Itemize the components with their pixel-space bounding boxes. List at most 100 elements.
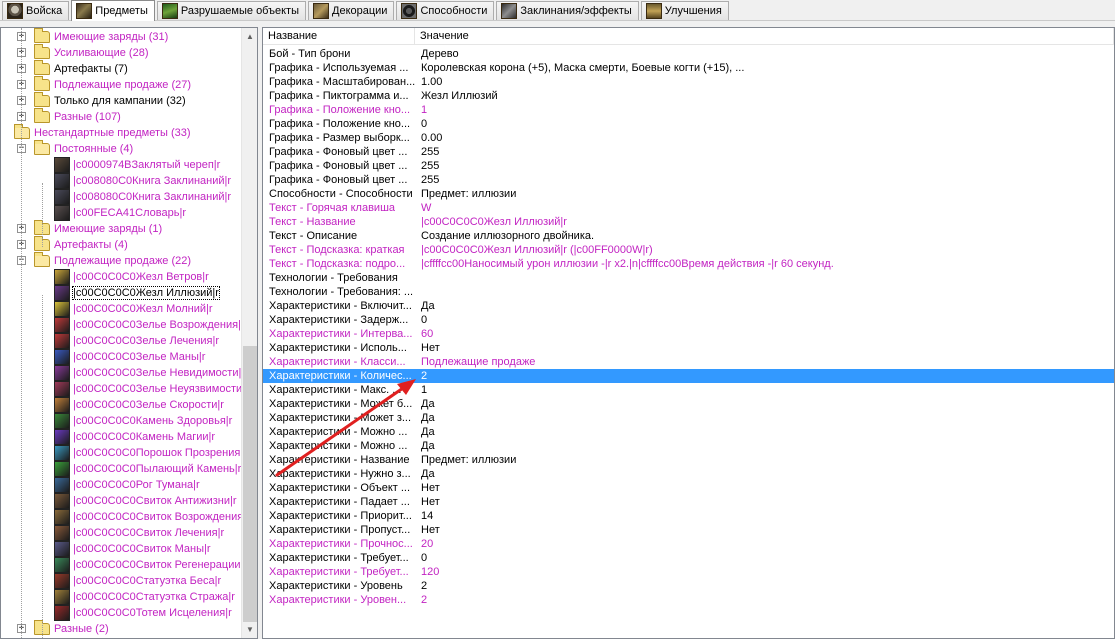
folder-icon <box>34 28 50 43</box>
tab-destructibles[interactable]: Разрушаемые объекты <box>156 1 306 20</box>
field-name: Характеристики - Макс. ... <box>269 384 402 396</box>
tree-folder[interactable]: Усиливающие (28) <box>34 44 148 61</box>
tree-item[interactable]: |c00C0C0C0Свиток Антижизни|r <box>54 493 237 509</box>
tree-folder[interactable]: Артефакты (4) <box>34 236 128 253</box>
item-icon <box>54 573 70 589</box>
table-row[interactable]: Характеристики - Включит... Да <box>263 299 1114 313</box>
table-row[interactable]: Характеристики - Можно ... Да <box>263 439 1114 453</box>
tree-item[interactable]: |c00C0C0C0Зелье Маны|r <box>54 349 205 365</box>
tree-item[interactable]: |c00C0C0C0Рог Тумана|r <box>54 477 200 493</box>
tab-doodads[interactable]: Декорации <box>308 1 395 20</box>
tree-item[interactable]: |c00C0C0C0Зелье Возрождения|r <box>54 317 245 333</box>
table-row[interactable]: Характеристики - Интерва... 60 <box>263 327 1114 341</box>
tree-item[interactable]: |c00C0C0C0Пылающий Камень|r <box>54 461 241 477</box>
table-row[interactable]: Характеристики - Уровен... 2 <box>263 593 1114 607</box>
table-row[interactable]: Графика - Положение кно... 0 <box>263 117 1114 131</box>
tree-item[interactable]: |c00C0C0C0Статуэтка Беса|r <box>54 573 221 589</box>
tab-upgrades[interactable]: Улучшения <box>640 1 729 20</box>
property-grid[interactable]: Название Значение Бой - Тип брони Дерево Г… <box>262 27 1115 639</box>
table-row[interactable]: Способности - Способности Предмет: иллюзи… <box>263 187 1114 201</box>
tree-folder[interactable]: Имеющие заряды (1) <box>34 220 162 237</box>
table-row[interactable]: Характеристики - Падает ... Нет <box>263 495 1114 509</box>
field-value: Да <box>421 398 435 410</box>
object-tree[interactable]: Имеющие заряды (31) + Усиливающие (28) + Арт… <box>0 27 258 639</box>
table-row[interactable]: Графика - Используемая ... Королевская ко… <box>263 61 1114 75</box>
tree-folder[interactable]: Разные (2) <box>34 620 109 637</box>
table-row[interactable]: Характеристики - Класси... Подлежащие про… <box>263 355 1114 369</box>
table-row[interactable]: Графика - Положение кно... 1 <box>263 103 1114 117</box>
table-row[interactable]: Характеристики - Может б... Да <box>263 397 1114 411</box>
tree-item[interactable]: |c00C0C0C0Камень Магии|r <box>54 429 215 445</box>
table-row[interactable]: Графика - Масштабирован... 1.00 <box>263 75 1114 89</box>
tree-scrollbar[interactable]: ▲ ▼ <box>241 28 257 638</box>
table-row[interactable]: Текст - Название |c00C0C0C0Жезл Иллюзий|r <box>263 215 1114 229</box>
tree-item[interactable]: |c00C0C0C0Тотем Исцеления|r <box>54 605 232 621</box>
table-row[interactable]: Технологии - Требования <box>263 271 1114 285</box>
scroll-thumb[interactable] <box>243 346 257 622</box>
tab-abilities[interactable]: Способности <box>396 1 495 20</box>
tree-item[interactable]: |c00C0C0C0Жезл Иллюзий|r <box>54 285 220 301</box>
tree-item[interactable]: |c00C0C0C0Свиток Возрождения|r <box>54 509 250 525</box>
tree-folder[interactable]: Имеющие заряды (31) <box>34 28 168 45</box>
tree-item[interactable]: |c00C0C0C0Свиток Маны|r <box>54 541 211 557</box>
tree-item[interactable]: |c00C0C0C0Зелье Невидимости|r <box>54 365 245 381</box>
tree-item[interactable]: |c00C0C0C0Свиток Регенерации|r <box>54 557 247 573</box>
tab-army[interactable]: Войска <box>2 1 70 20</box>
tree-label: Только для кампании (32) <box>54 95 186 107</box>
table-row[interactable]: Характеристики - Задерж... 0 <box>263 313 1114 327</box>
table-row[interactable]: Характеристики - Приорит... 14 <box>263 509 1114 523</box>
tree-item[interactable]: |c008080C0Книга Заклинаний|r <box>54 189 231 205</box>
table-row[interactable]: Характеристики - Объект ... Нет <box>263 481 1114 495</box>
table-row[interactable]: Графика - Пиктограмма и... Жезл Иллюзий <box>263 89 1114 103</box>
table-row[interactable]: Графика - Фоновый цвет ... 255 <box>263 173 1114 187</box>
tree-item[interactable]: |c00C0C0C0Зелье Лечения|r <box>54 333 219 349</box>
tree-item[interactable]: |c00C0C0C0Жезл Ветров|r <box>54 269 209 285</box>
table-row[interactable]: Текст - Описание Создание иллюзорного дво… <box>263 229 1114 243</box>
table-row[interactable]: Характеристики - Макс. ... 1 <box>263 383 1114 397</box>
scroll-down-icon[interactable]: ▼ <box>242 621 257 638</box>
table-row[interactable]: Текст - Подсказка: краткая |c00C0C0C0Жезл… <box>263 243 1114 257</box>
tree-item[interactable]: |c00C0C0C0Зелье Неуязвимости|r <box>54 381 249 397</box>
tree-item[interactable]: |c00C0C0C0Камень Здоровья|r <box>54 413 232 429</box>
column-header-value[interactable]: Значение <box>415 28 1114 45</box>
table-row[interactable]: Графика - Размер выборк... 0.00 <box>263 131 1114 145</box>
item-icon <box>54 493 70 509</box>
table-row[interactable]: Характеристики - Требует... 120 <box>263 565 1114 579</box>
tree-item[interactable]: |c0000974BЗаклятый череп|r <box>54 157 220 173</box>
tree-folder[interactable]: Постоянные (4) <box>34 140 133 157</box>
table-row[interactable]: Характеристики - Прочнос... 20 <box>263 537 1114 551</box>
table-row[interactable]: Характеристики - Может з... Да <box>263 411 1114 425</box>
tree-item[interactable]: |c00FECA41Словарь|r <box>54 205 186 221</box>
table-row[interactable]: Характеристики - Нужно з... Да <box>263 467 1114 481</box>
tree-folder[interactable]: Подлежащие продаже (22) <box>34 252 191 269</box>
tree-folder[interactable]: Артефакты (7) <box>34 60 128 77</box>
tree-item[interactable]: |c00C0C0C0Свиток Лечения|r <box>54 525 224 541</box>
tree-folder[interactable]: Нестандартные предметы (33) <box>14 124 191 141</box>
table-row[interactable]: Текст - Горячая клавиша W <box>263 201 1114 215</box>
table-row[interactable]: Графика - Фоновый цвет ... 255 <box>263 159 1114 173</box>
table-row[interactable]: Текст - Подсказка: подро... |cffffcc00Нан… <box>263 257 1114 271</box>
table-row[interactable]: Технологии - Требования: ... <box>263 285 1114 299</box>
table-row[interactable]: Характеристики - Можно ... Да <box>263 425 1114 439</box>
tree-label: |c00C0C0C0Зелье Маны|r <box>73 351 206 363</box>
tree-item[interactable]: |c00C0C0C0Зелье Скорости|r <box>54 397 224 413</box>
table-row[interactable]: Характеристики - Уровень 2 <box>263 579 1114 593</box>
table-row[interactable]: Характеристики - Пропуст... Нет <box>263 523 1114 537</box>
tree-folder[interactable]: Подлежащие продаже (27) <box>34 76 191 93</box>
tree-folder[interactable]: Только для кампании (32) <box>34 92 186 109</box>
tree-folder[interactable]: Разные (107) <box>34 108 121 125</box>
table-row[interactable]: Графика - Фоновый цвет ... 255 <box>263 145 1114 159</box>
table-row[interactable]: Бой - Тип брони Дерево <box>263 47 1114 61</box>
table-row[interactable]: Характеристики - Количес... 2 <box>263 369 1114 383</box>
table-row[interactable]: Характеристики - Исполь... Нет <box>263 341 1114 355</box>
column-header-name[interactable]: Название <box>263 28 415 45</box>
scroll-up-icon[interactable]: ▲ <box>242 28 257 45</box>
tree-item[interactable]: |c00C0C0C0Порошок Прозрения|r <box>54 445 247 461</box>
tree-item[interactable]: |c008080C0Книга Заклинаний|r <box>54 173 231 189</box>
table-row[interactable]: Характеристики - Название Предмет: иллюзи… <box>263 453 1114 467</box>
tab-items[interactable]: Предметы <box>71 0 155 21</box>
tab-spells-effects[interactable]: Заклинания/эффекты <box>496 1 639 20</box>
table-row[interactable]: Характеристики - Требует... 0 <box>263 551 1114 565</box>
tree-item[interactable]: |c00C0C0C0Статуэтка Стража|r <box>54 589 235 605</box>
tree-item[interactable]: |c00C0C0C0Жезл Молний|r <box>54 301 213 317</box>
